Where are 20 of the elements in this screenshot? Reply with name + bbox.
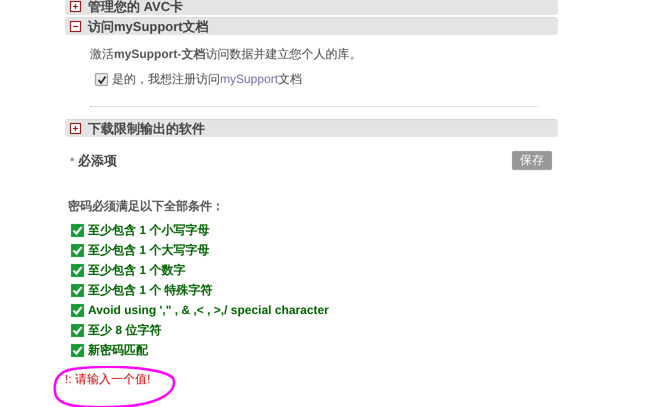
- section-header[interactable]: 访问mySupport文档: [65, 17, 558, 35]
- rule-text: 新密码匹配: [88, 342, 148, 358]
- rule-text: 至少包含 1 个 特殊字符: [88, 282, 213, 298]
- error-message: !: 请输入一个值!: [65, 371, 150, 388]
- section-title: 访问mySupport文档: [88, 18, 209, 36]
- rule-text: Avoid using '," , & ,< , >,/ special character: [88, 303, 329, 317]
- checkbox-label: 是的，我想注册访问mySupport文档: [112, 71, 302, 88]
- required-note: * 必添项: [70, 152, 117, 170]
- toggle-icon[interactable]: [70, 21, 81, 32]
- section-description: 激活mySupport-文档访问数据并建立您个人的库。: [90, 46, 362, 63]
- checkbox[interactable]: [95, 73, 108, 86]
- section-title: 下载限制输出的软件: [88, 120, 205, 138]
- rule-text: 至少包含 1 个数字: [88, 262, 186, 278]
- toggle-icon[interactable]: [70, 1, 81, 12]
- toggle-icon[interactable]: [70, 123, 81, 134]
- rule-text: 至少包含 1 个大写字母: [88, 242, 210, 258]
- rule-text: 至少 8 位字符: [88, 322, 162, 338]
- section-header[interactable]: 下载限制输出的软件: [65, 119, 558, 137]
- rule-text: 至少包含 1 个小写字母: [88, 222, 210, 238]
- rules-heading: 密码必须满足以下全部条件：: [68, 198, 225, 215]
